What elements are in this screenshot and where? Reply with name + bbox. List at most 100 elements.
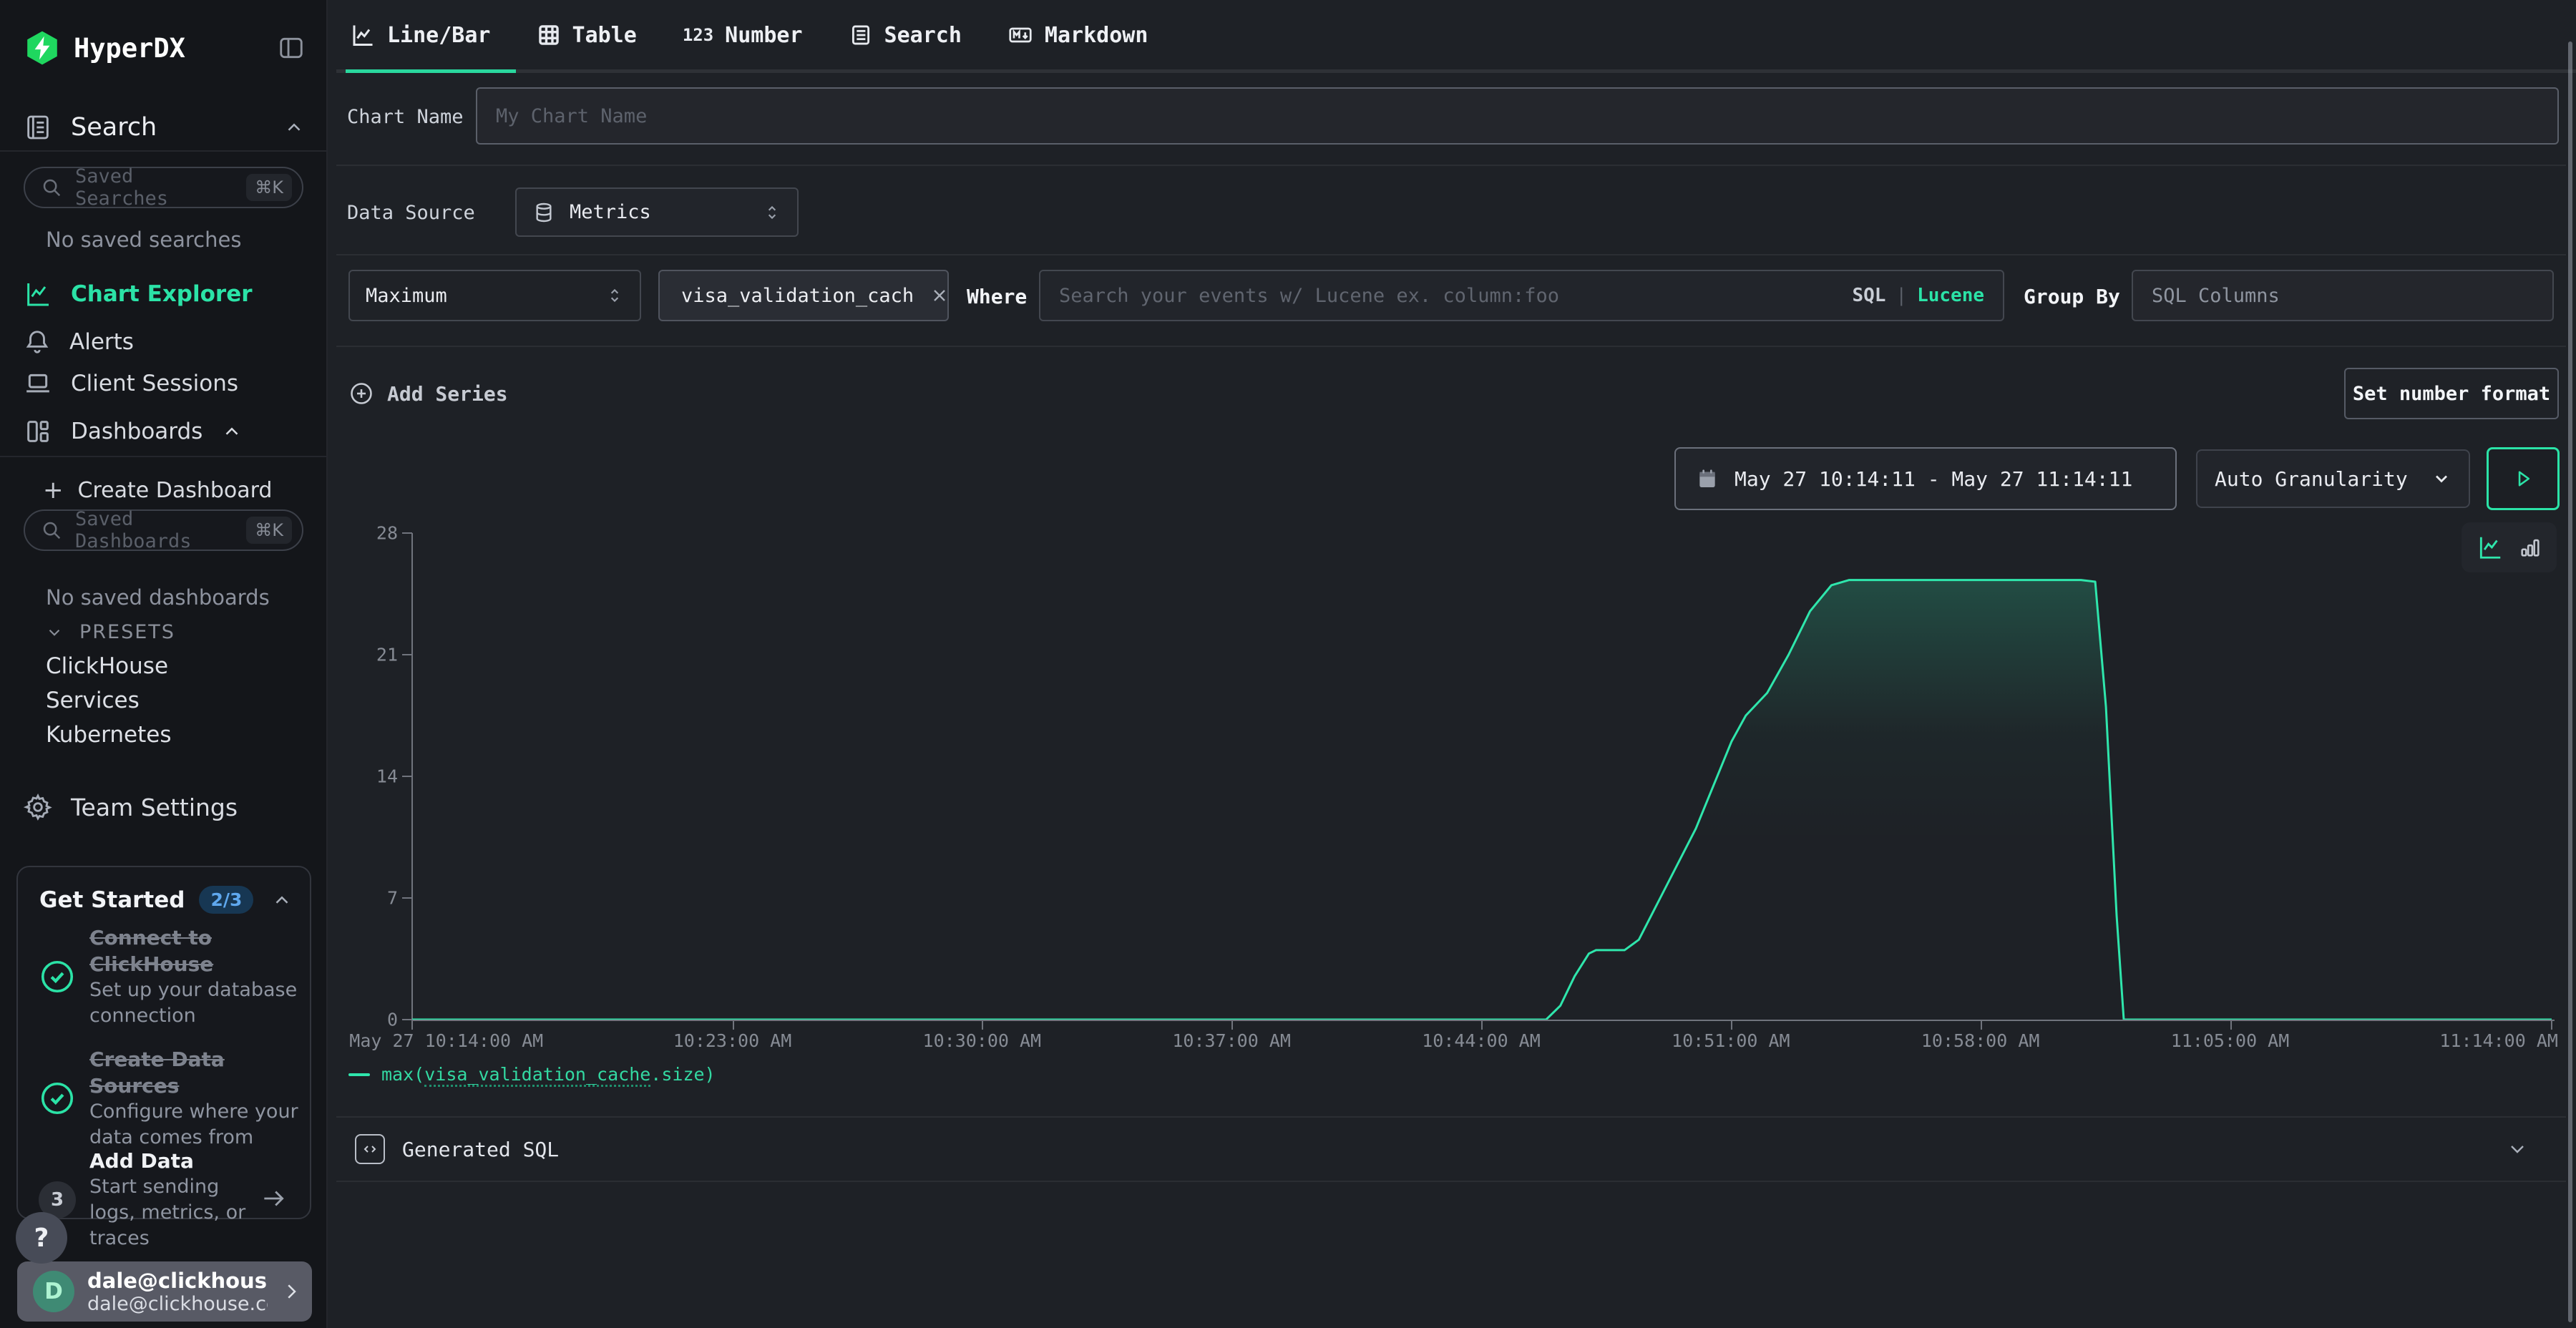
tab-label: Table [572,23,637,48]
presets-toggle[interactable]: PRESETS [45,621,175,643]
x-axis-label: 11:14:00 AM [2439,1030,2558,1051]
set-number-format-button[interactable]: Set number format [2344,368,2559,419]
keyboard-shortcut-badge: ⌘K [246,174,292,201]
sidebar-item-dashboards[interactable]: Dashboards [24,414,305,449]
where-input-group: SQL | Lucene [1039,270,2004,321]
timeseries-chart[interactable] [412,533,2552,1020]
add-series-button[interactable]: Add Series [348,366,508,421]
sql-mode-toggle[interactable]: SQL [1852,285,1885,306]
y-axis-tick [402,776,412,777]
plus-circle-icon [348,381,374,406]
help-label: ? [34,1224,49,1253]
group-by-input[interactable] [2132,270,2554,321]
preset-clickhouse[interactable]: ClickHouse [46,650,168,683]
preset-kubernetes[interactable]: Kubernetes [46,718,171,751]
series-line [412,580,2552,1020]
search-icon [41,519,62,541]
y-axis-label: 28 [329,523,398,544]
saved-searches-placeholder: Saved Searches [75,165,233,210]
create-dashboard-button[interactable]: + Create Dashboard [43,472,305,508]
date-range-value: May 27 10:14:11 - May 27 11:14:11 [1735,467,2132,491]
divider [336,346,2566,347]
plus-icon: + [43,476,64,504]
tab-search[interactable]: Search [846,23,965,48]
run-query-button[interactable] [2487,447,2560,510]
metric-chip[interactable]: visa_validation_cach [658,270,949,321]
help-button[interactable]: ? [16,1212,67,1264]
user-menu[interactable]: D dale@clickhouse.com dale@clickhouse.co… [17,1261,312,1322]
x-axis-label: 10:37:00 AM [1172,1030,1291,1051]
x-axis-line [411,1020,2555,1021]
aggregation-select[interactable]: Maximum [348,270,641,321]
group-by-label: Group By [2024,285,2120,308]
chart-name-label: Chart Name [347,106,464,128]
tab-line-bar[interactable]: Line/Bar [347,22,494,48]
sidebar-item-chart-explorer[interactable]: Chart Explorer [24,276,305,312]
search-icon [41,177,62,198]
saved-dashboards-placeholder: Saved Dashboards [75,508,233,552]
divider [0,150,326,152]
sidebar-item-team-settings[interactable]: Team Settings [24,789,305,825]
chevron-up-icon[interactable] [271,889,293,911]
granularity-select[interactable]: Auto Granularity [2196,449,2470,508]
data-source-value: Metrics [570,201,651,223]
main-content: Line/Bar Table 123 Number Search [326,0,2576,1328]
scrollbar[interactable] [2568,42,2572,1322]
generated-sql-expander[interactable]: Generated SQL [326,1118,2576,1181]
tab-number[interactable]: 123 Number [680,23,806,48]
y-axis-label: 14 [329,766,398,787]
x-axis-tick [982,1021,983,1030]
date-range-picker[interactable]: May 27 10:14:11 - May 27 11:14:11 [1674,447,2177,510]
data-source-select[interactable]: Metrics [515,187,799,237]
collapse-sidebar-icon[interactable] [278,34,305,62]
y-axis-label: 0 [329,1010,398,1030]
chevron-up-icon [221,421,243,442]
tab-markdown[interactable]: Markdown [1005,22,1151,48]
get-started-title: Get Started [39,887,185,913]
chevron-updown-icon [763,203,781,222]
x-axis-label: 10:58:00 AM [1921,1030,2040,1051]
code-icon [355,1134,385,1164]
where-input[interactable] [1040,271,1852,320]
x-axis-tick [1981,1021,1982,1030]
remove-metric-icon[interactable] [930,285,950,306]
gear-icon [24,793,52,821]
saved-dashboards-input[interactable]: Saved Dashboards ⌘K [24,509,303,551]
metric-name: visa_validation_cach [681,285,914,307]
tab-label: Markdown [1045,23,1148,48]
tab-label: Search [884,23,962,48]
lucene-mode-toggle[interactable]: Lucene [1917,285,1984,306]
preset-services[interactable]: Services [46,684,140,717]
data-source-label: Data Source [347,202,475,224]
get-started-header[interactable]: Get Started 2/3 [39,886,293,914]
get-started-item-add-data[interactable]: 3 Add Data Start sending logs, metrics, … [38,1148,298,1251]
tab-label: Line/Bar [387,23,491,48]
sidebar-item-client-sessions[interactable]: Client Sessions [24,366,305,401]
step-desc: Start sending logs, metrics, or traces [89,1174,268,1251]
preset-label: ClickHouse [46,653,168,679]
no-saved-dashboards-text: No saved dashboards [46,585,270,610]
check-circle-icon [38,1046,77,1151]
sidebar-item-alerts[interactable]: Alerts [24,324,305,360]
step-desc: Configure where your data comes from [89,1099,298,1151]
get-started-progress-badge: 2/3 [199,886,253,914]
mode-separator: | [1896,285,1907,306]
avatar: D [33,1271,74,1312]
chart-name-input[interactable] [476,87,2559,145]
generated-sql-label: Generated SQL [402,1138,559,1161]
get-started-item-datasources[interactable]: Create Data Sources Configure where your… [38,1046,298,1151]
chart-legend[interactable]: max(visa_validation_cache.size) [348,1064,716,1085]
get-started-card: Get Started 2/3 Connect to ClickHouse Se… [16,866,311,1219]
app-title: HyperDX [74,33,265,64]
check-circle-icon [38,924,77,1029]
line-chart-icon [350,22,376,48]
step-title: Create Data Sources [89,1046,298,1099]
get-started-item-connect[interactable]: Connect to ClickHouse Set up your databa… [38,924,298,1029]
sidebar-section-search[interactable]: Search [24,109,305,146]
tab-table[interactable]: Table [534,23,640,48]
saved-searches-input[interactable]: Saved Searches ⌘K [24,167,303,208]
presets-label: PRESETS [79,621,175,643]
x-axis-tick [1231,1021,1233,1030]
calendar-icon [1696,467,1719,490]
aggregation-value: Maximum [366,285,447,307]
